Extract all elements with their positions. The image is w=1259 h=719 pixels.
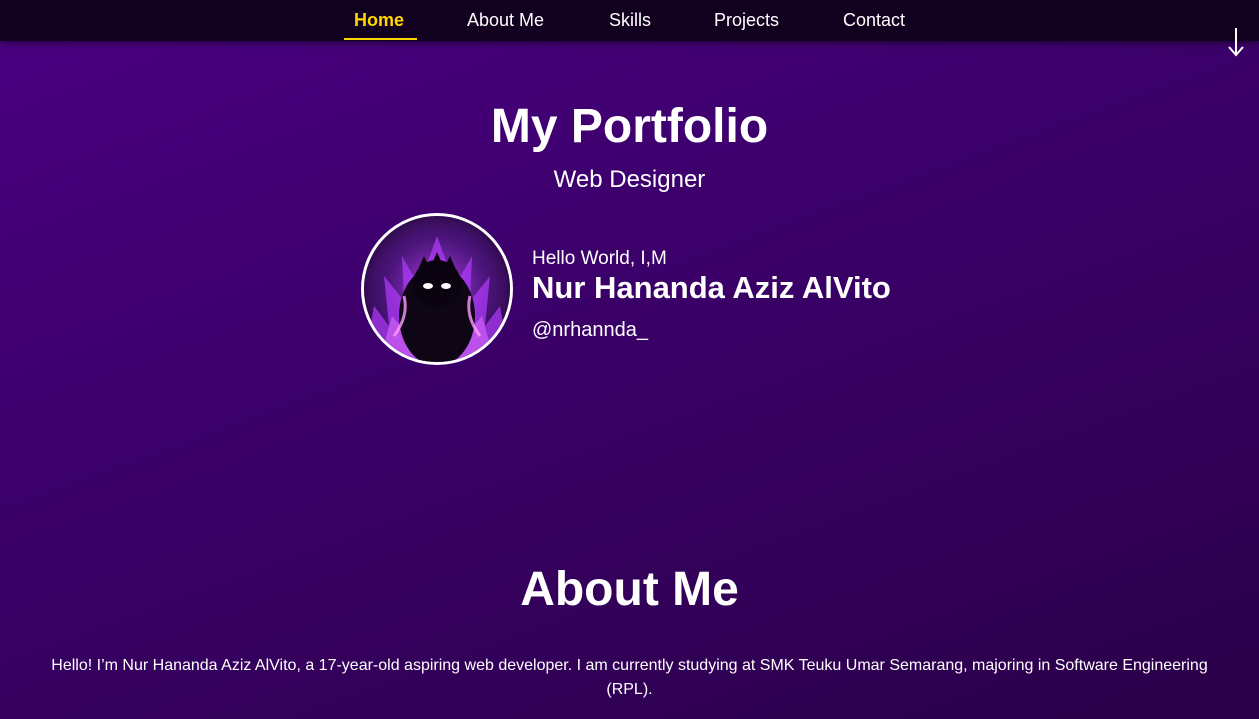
nav-skills[interactable]: Skills <box>609 9 651 31</box>
avatar <box>361 213 513 365</box>
profile-greeting: Hello World, I,M <box>532 248 667 269</box>
page-title: My Portfolio <box>490 100 769 153</box>
profile-name: Nur Hananda Aziz AlVito <box>532 270 891 305</box>
avatar-illustration <box>364 216 510 362</box>
nav-home[interactable]: Home <box>354 9 404 31</box>
arrow-down-icon[interactable] <box>1226 26 1246 58</box>
about-section-title: About Me <box>520 563 739 616</box>
page-subtitle: Web Designer <box>553 166 706 193</box>
about-description: Hello! I’m Nur Hananda Aziz AlVito, a 17… <box>51 657 1208 698</box>
top-navbar: Home About Me Skills Projects Contact <box>0 0 1259 41</box>
nav-contact[interactable]: Contact <box>843 9 905 31</box>
nav-about-me[interactable]: About Me <box>467 9 544 31</box>
profile-handle: @nrhannda_ <box>532 319 648 341</box>
nav-projects[interactable]: Projects <box>714 9 779 31</box>
nav-active-indicator <box>344 38 417 40</box>
